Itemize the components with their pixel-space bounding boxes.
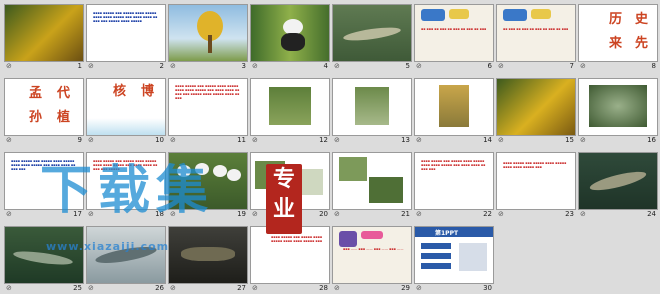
slide-mark-icon: ⊘ (416, 136, 422, 144)
slide-mark-icon: ⊘ (498, 136, 504, 144)
ppt-ad-slide: 第1PPT (414, 226, 494, 284)
slide-mark-icon: ⊘ (580, 136, 586, 144)
slide-number: 21 (401, 210, 410, 218)
tree-photo-slide (250, 78, 330, 136)
slide-number: 13 (401, 136, 410, 144)
slide-mark-icon: ⊘ (334, 62, 340, 70)
text-slide: ▪▪▪▪ ▪▪▪▪▪ ▪▪▪ ▪▪▪▪▪ ▪▪▪▪ ▪▪▪▪▪ ▪▪▪▪ ▪▪▪… (414, 152, 494, 210)
slide-number: 6 (487, 62, 492, 70)
sturgeon-photo (578, 152, 658, 210)
slide-number: 28 (319, 284, 328, 292)
char-box: 孙 (29, 110, 43, 125)
slide-number: 2 (159, 62, 164, 70)
slide-mark-icon: ⊘ (170, 136, 176, 144)
slide-mark-icon: ⊘ (580, 62, 586, 70)
slide-number: 3 (241, 62, 246, 70)
slide-mark-icon: ⊘ (334, 136, 340, 144)
ppt-logo: 第1PPT (435, 230, 459, 237)
slide-mark-icon: ⊘ (416, 210, 422, 218)
char-box: 历 (609, 12, 623, 27)
exercise-slide: ▪▪▪ —— ▪▪▪ —— ▪▪▪ —— ▪▪▪ —— (332, 226, 412, 284)
tree-photo-slide (332, 78, 412, 136)
panda-photo-slide (332, 152, 412, 210)
char-box: 先 (635, 36, 649, 51)
slide-number: 14 (483, 136, 492, 144)
slide-mark-icon: ⊘ (252, 62, 258, 70)
vocabulary-slide: ▪▪ ▪▪▪ ▪▪ ▪▪▪ ▪▪ ▪▪▪ ▪▪ ▪▪▪ ▪▪ ▪▪▪ (496, 4, 576, 62)
slide-number: 7 (569, 62, 574, 70)
slide-number: 1 (77, 62, 82, 70)
slide-number: 16 (647, 136, 656, 144)
slide-number: 24 (647, 210, 656, 218)
text-slide: ▪▪▪▪ ▪▪▪▪▪ ▪▪▪ ▪▪▪▪▪ ▪▪▪▪ ▪▪▪▪▪ ▪▪▪▪ ▪▪▪… (496, 152, 576, 210)
slide-mark-icon: ⊘ (6, 284, 12, 292)
slide-mark-icon: ⊘ (580, 210, 586, 218)
character-slide: 核 博 (86, 78, 166, 136)
sturgeon-photo (332, 4, 412, 62)
char-box: 博 (141, 84, 155, 99)
slide-mark-icon: ⊘ (416, 62, 422, 70)
slide-number: 8 (651, 62, 656, 70)
slide-number: 5 (405, 62, 410, 70)
slide-number: 23 (565, 210, 574, 218)
char-box: 来 (609, 36, 623, 51)
char-box: 核 (113, 84, 127, 99)
watermark-title: 下载集 (40, 160, 215, 221)
slide-number: 11 (237, 136, 246, 144)
slide-mark-icon: ⊘ (498, 210, 504, 218)
char-box: 植 (57, 110, 71, 125)
text-slide: ▪▪▪▪ ▪▪▪▪▪ ▪▪▪ ▪▪▪▪▪ ▪▪▪▪ ▪▪▪▪▪ ▪▪▪▪ ▪▪▪… (168, 78, 248, 136)
watermark-seal: 专业 (266, 164, 302, 234)
slide-number: 9 (77, 136, 82, 144)
slide-mark-icon: ⊘ (170, 62, 176, 70)
char-box: 史 (635, 12, 649, 27)
slide-mark-icon: ⊘ (252, 136, 258, 144)
slide-number: 12 (319, 136, 328, 144)
ginkgo-photo (4, 4, 84, 62)
character-slide: 历 史 来 先 (578, 4, 658, 62)
char-box: 代 (57, 86, 71, 101)
slide-number: 22 (483, 210, 492, 218)
slide-number: 30 (483, 284, 492, 292)
pond-photo-slide (578, 78, 658, 136)
text-slide: ▪▪▪▪ ▪▪▪▪▪ ▪▪▪ ▪▪▪▪▪ ▪▪▪▪ ▪▪▪▪▪ ▪▪▪▪ ▪▪▪… (86, 4, 166, 62)
vocabulary-slide: ▪▪ ▪▪▪ ▪▪ ▪▪▪ ▪▪ ▪▪▪ ▪▪ ▪▪▪ ▪▪ ▪▪▪ (414, 4, 494, 62)
slide-number: 10 (155, 136, 164, 144)
slide-mark-icon: ⊘ (6, 62, 12, 70)
slide-number: 20 (319, 210, 328, 218)
panda-photo (250, 4, 330, 62)
slide-number: 29 (401, 284, 410, 292)
slide-mark-icon: ⊘ (6, 136, 12, 144)
char-box: 孟 (29, 86, 43, 101)
slide-mark-icon: ⊘ (498, 62, 504, 70)
slide-mark-icon: ⊘ (88, 62, 94, 70)
character-slide: 孟 代 孙 植 (4, 78, 84, 136)
slide-mark-icon: ⊘ (416, 284, 422, 292)
slide-mark-icon: ⊘ (88, 136, 94, 144)
slide-mark-icon: ⊘ (334, 284, 340, 292)
tree-photo-slide (414, 78, 494, 136)
slide-mark-icon: ⊘ (334, 210, 340, 218)
slide-number: 15 (565, 136, 574, 144)
tree-illustration (168, 4, 248, 62)
ginkgo-photo (496, 78, 576, 136)
slide-mark-icon: ⊘ (6, 210, 12, 218)
download-site-watermark: 下载集 www.xiazaiji.com 专业 (40, 148, 302, 288)
watermark-url: www.xiazaiji.com (46, 240, 170, 253)
slide-number: 4 (323, 62, 328, 70)
